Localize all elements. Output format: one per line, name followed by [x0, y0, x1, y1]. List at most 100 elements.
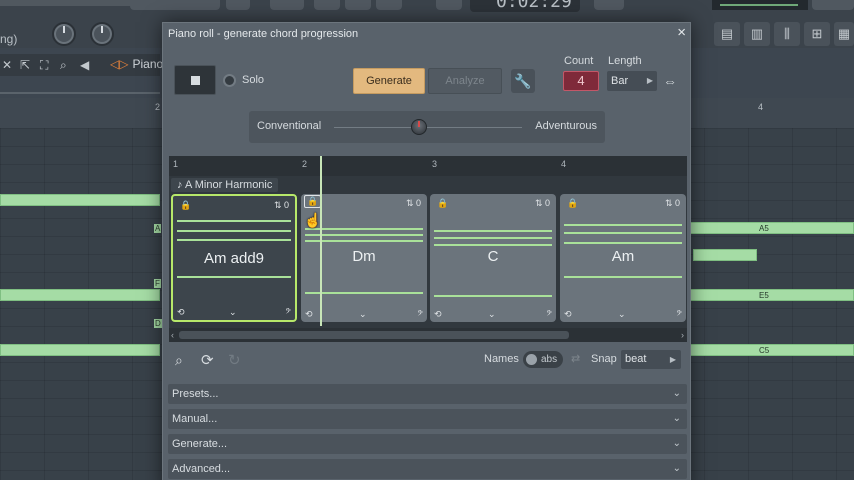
output-meter — [712, 0, 808, 10]
fl-studio-window: ng) 0:02:29 ▤ ▥ ⫼ ⊞ ▦ ✕ ⇱ ⛶ ⌕ ◀ ◁▷ Piano … — [0, 0, 854, 480]
style-slider-knob[interactable] — [410, 119, 427, 135]
redo-icon[interactable]: ↻ — [228, 351, 241, 369]
bass-clef-icon[interactable]: 𝄢 — [676, 309, 682, 320]
section-generate[interactable]: Generate... ⌄ — [168, 434, 687, 454]
bass-clef-icon[interactable]: 𝄢 — [417, 309, 423, 320]
repeat-icon[interactable]: ⟲ — [305, 309, 313, 320]
count-value[interactable]: 4 — [563, 71, 599, 91]
chord-count[interactable]: ⇅ 0 — [406, 198, 421, 209]
metronome-button[interactable] — [314, 0, 340, 10]
snap-label: Snap — [591, 353, 617, 365]
note[interactable] — [0, 194, 160, 206]
mixer-icon[interactable]: ⫼ — [774, 22, 800, 46]
snap-select[interactable]: beat ▶ — [621, 350, 681, 369]
note[interactable] — [690, 289, 854, 301]
tool-draw-icon[interactable]: ✕ — [2, 58, 12, 72]
section-presets[interactable]: Presets... ⌄ — [168, 384, 687, 404]
ruler-number: 2 — [155, 102, 161, 112]
chord-count[interactable]: ⇅ 0 — [274, 200, 289, 211]
chord-note-line — [434, 295, 552, 297]
bass-clef-icon[interactable]: 𝄢 — [285, 307, 291, 318]
horizontal-scrollbar[interactable]: ‹ › — [169, 328, 687, 342]
generate-button[interactable]: Generate — [353, 68, 425, 94]
scroll-right-icon[interactable]: › — [681, 328, 684, 342]
lock-icon[interactable]: 🔒 — [304, 195, 322, 208]
tempo-display[interactable] — [270, 0, 304, 10]
slider-right-label: Adventurous — [535, 120, 597, 132]
piano-roll-icon[interactable]: ▥ — [744, 22, 770, 46]
chord-name: Am add9 — [203, 250, 265, 267]
browser-icon[interactable]: ▦ — [834, 22, 854, 46]
chevron-down-icon[interactable]: ⌄ — [488, 309, 496, 320]
chord-footer: ⟲ ⌄ 𝄢 — [305, 306, 423, 320]
solo-toggle[interactable]: Solo — [223, 70, 264, 90]
section-advanced[interactable]: Advanced... ⌄ — [168, 459, 687, 479]
lock-icon[interactable]: 🔒 — [567, 198, 578, 209]
wrench-icon[interactable]: 🔧 — [511, 69, 535, 93]
chord-block-1[interactable]: 🔒 ⇅ 0 Am add9 ⟲ ⌄ 𝄢 — [171, 194, 297, 322]
master-volume[interactable] — [812, 0, 854, 10]
chord-count[interactable]: ⇅ 0 — [535, 198, 550, 209]
chevron-down-icon[interactable]: ⌄ — [618, 309, 626, 320]
step-button[interactable] — [436, 0, 462, 10]
record-button[interactable] — [226, 0, 250, 10]
cpu-button[interactable] — [594, 0, 624, 10]
refresh-icon[interactable]: ⟳ — [201, 351, 214, 369]
swap-arrows-icon[interactable]: ⇔ — [663, 71, 677, 91]
count-label: Count — [564, 55, 594, 67]
pattern-button[interactable] — [130, 0, 220, 10]
tool-speaker-icon[interactable]: ◀ — [80, 58, 89, 72]
chevron-down-icon: ⌄ — [672, 388, 681, 399]
scrollbar-thumb[interactable] — [179, 331, 569, 339]
chord-count-value: 0 — [674, 198, 680, 208]
note[interactable] — [693, 249, 757, 261]
song-mode-button[interactable] — [376, 0, 402, 10]
chord-note-line — [305, 228, 423, 230]
mouse-cursor-icon: ☝ — [304, 212, 322, 228]
section-manual[interactable]: Manual... ⌄ — [168, 409, 687, 429]
pitch-knob[interactable] — [90, 22, 114, 46]
slider-track[interactable] — [334, 127, 522, 128]
scroll-left-icon[interactable]: ‹ — [171, 328, 174, 342]
loop-button[interactable] — [345, 0, 371, 10]
chevron-down-icon[interactable]: ⌄ — [359, 309, 367, 320]
lock-icon[interactable]: 🔒 — [180, 200, 191, 211]
repeat-icon[interactable]: ⟲ — [564, 309, 572, 320]
note[interactable] — [0, 344, 160, 356]
zoom-icon[interactable]: ⌕ — [175, 352, 183, 369]
playlist-icon[interactable]: ▤ — [714, 22, 740, 46]
solo-label: Solo — [242, 74, 265, 86]
bass-clef-icon[interactable]: 𝄢 — [546, 309, 552, 320]
link-arrows-icon[interactable]: ⇄ — [571, 352, 580, 365]
volume-knob[interactable] — [52, 22, 76, 46]
chevron-right-icon: ▶ — [669, 355, 676, 364]
chord-count[interactable]: ⇅ 0 — [665, 198, 680, 209]
repeat-icon[interactable]: ⟲ — [177, 307, 185, 318]
note-label: E5 — [759, 291, 769, 300]
stop-button[interactable] — [174, 65, 216, 95]
chord-progression-dialog: Piano roll - generate chord progression … — [162, 22, 691, 480]
close-icon[interactable]: × — [677, 25, 686, 41]
background-strip — [0, 92, 160, 94]
channel-rack-icon[interactable]: ⊞ — [804, 22, 830, 46]
note[interactable] — [690, 222, 854, 234]
note[interactable] — [690, 344, 854, 356]
chord-block-4[interactable]: 🔒 ⇅ 0 Am ⟲ ⌄ 𝄢 — [560, 194, 686, 322]
scale-label: ♪ A Minor Harmonic — [171, 178, 279, 192]
analyze-button[interactable]: Analyze — [428, 68, 502, 94]
chevron-down-icon[interactable]: ⌄ — [229, 307, 237, 318]
chord-block-3[interactable]: 🔒 ⇅ 0 C ⟲ ⌄ 𝄢 — [430, 194, 556, 322]
repeat-icon[interactable]: ⟲ — [434, 309, 442, 320]
lock-icon[interactable]: 🔒 — [437, 198, 448, 209]
solo-radio-icon[interactable] — [223, 73, 236, 87]
names-abs-toggle[interactable]: abs — [523, 351, 563, 368]
tool-paint-icon[interactable]: ⇱ — [20, 58, 30, 72]
invert-icon: ⇅ — [664, 198, 675, 208]
tool-select-icon[interactable]: ⛶ — [40, 58, 48, 73]
length-select[interactable]: Bar ▶ — [607, 71, 657, 91]
chord-note-line — [564, 224, 682, 226]
note[interactable] — [0, 289, 160, 301]
snap-value: beat — [625, 353, 647, 365]
tool-zoom-icon[interactable]: ⌕ — [60, 58, 67, 73]
playhead[interactable] — [320, 156, 322, 326]
